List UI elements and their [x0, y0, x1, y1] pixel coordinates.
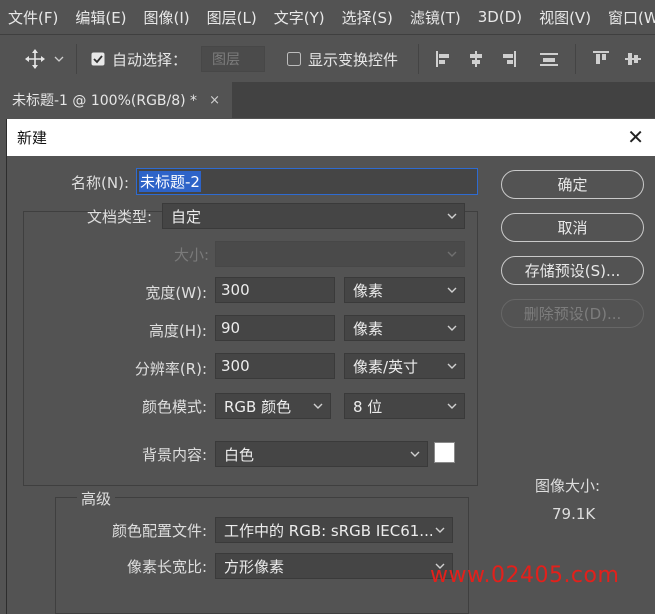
image-size-value: 79.1K: [552, 505, 596, 523]
save-preset-button[interactable]: 存储预设(S)...: [501, 256, 644, 285]
height-input[interactable]: 90: [215, 315, 335, 341]
menu-select[interactable]: 选择(S): [334, 7, 402, 28]
pixel-aspect-value: 方形像素: [224, 557, 285, 576]
menu-filter[interactable]: 滤镜(T): [402, 7, 470, 28]
dialog-titlebar: 新建 ✕: [7, 119, 655, 156]
distribute-vertical-icon[interactable]: [539, 50, 559, 68]
size-dropdown[interactable]: [215, 241, 465, 267]
chevron-down-icon: [447, 287, 457, 293]
delete-preset-button[interactable]: 删除预设(D)...: [501, 299, 644, 328]
chevron-down-icon: [447, 213, 457, 219]
document-tab-bar: 未标题-1 @ 100%(RGB/8) * ×: [0, 82, 655, 118]
auto-select-label: 自动选择：: [112, 50, 188, 69]
color-mode-dropdown[interactable]: RGB 颜色: [215, 393, 331, 419]
background-value: 白色: [224, 445, 255, 464]
menu-layer[interactable]: 图层(L): [199, 7, 266, 28]
doc-type-label: 文档类型:: [86, 208, 152, 226]
auto-select-target-value: 图层: [212, 52, 241, 68]
height-unit-dropdown[interactable]: 像素: [344, 315, 465, 341]
align-vertical-center-icon[interactable]: [624, 50, 642, 68]
width-unit-dropdown[interactable]: 像素: [344, 277, 465, 303]
tool-preset-chevron-icon[interactable]: [54, 54, 64, 64]
resolution-value: 300: [221, 357, 250, 375]
height-unit-value: 像素: [353, 319, 384, 338]
options-bar: 自动选择： 图层 显示变换控件: [0, 34, 655, 84]
dialog-title: 新建: [17, 129, 48, 147]
resolution-label: 分辨率(R):: [134, 360, 207, 378]
bit-depth-value: 8 位: [353, 397, 383, 416]
resolution-unit-dropdown[interactable]: 像素/英寸: [344, 353, 465, 379]
color-profile-label: 颜色配置文件:: [111, 522, 207, 540]
chevron-down-icon: [447, 403, 457, 409]
chevron-down-icon: [447, 325, 457, 331]
width-label: 宽度(W):: [145, 284, 207, 302]
chevron-down-icon: [447, 363, 457, 369]
bit-depth-dropdown[interactable]: 8 位: [344, 393, 465, 419]
pixel-aspect-dropdown[interactable]: 方形像素: [215, 553, 453, 579]
width-unit-value: 像素: [353, 281, 384, 300]
color-profile-dropdown[interactable]: 工作中的 RGB: sRGB IEC61...: [215, 517, 453, 543]
chevron-down-icon: [313, 403, 323, 409]
doc-type-dropdown[interactable]: 自定: [162, 203, 465, 229]
align-left-icon[interactable]: [435, 50, 453, 68]
align-top-icon[interactable]: [592, 50, 610, 68]
chevron-down-icon: [447, 251, 457, 257]
menu-image[interactable]: 图像(I): [136, 7, 199, 28]
pixel-aspect-label: 像素长宽比:: [126, 558, 207, 576]
color-mode-label: 颜色模式:: [141, 398, 207, 416]
align-horizontal-center-icon[interactable]: [467, 50, 485, 68]
resolution-input[interactable]: 300: [215, 353, 335, 379]
new-document-dialog: 新建 ✕ 名称(N): 未标题-2 文档类型: 自定 大小: 宽度(W): 30…: [6, 119, 655, 614]
background-dropdown[interactable]: 白色: [215, 441, 428, 467]
menu-window[interactable]: 窗口(W): [600, 7, 655, 28]
dialog-close-icon[interactable]: ✕: [627, 125, 644, 149]
advanced-label: 高级: [77, 488, 116, 509]
auto-select-checkbox[interactable]: [91, 52, 105, 66]
doc-type-value: 自定: [171, 207, 202, 226]
background-label: 背景内容:: [141, 446, 207, 464]
menu-3d[interactable]: 3D(D): [470, 8, 531, 26]
width-value: 300: [221, 281, 250, 299]
size-label: 大小:: [173, 246, 209, 264]
image-size-label: 图像大小:: [535, 477, 601, 495]
show-transform-label: 显示变换控件: [308, 50, 399, 69]
color-mode-value: RGB 颜色: [224, 397, 292, 416]
move-tool-icon[interactable]: [24, 48, 46, 70]
height-value: 90: [221, 319, 241, 337]
background-color-swatch[interactable]: [434, 442, 455, 463]
name-label: 名称(N):: [71, 174, 129, 192]
menu-type[interactable]: 文字(Y): [266, 7, 334, 28]
menu-bar: 文件(F) 编辑(E) 图像(I) 图层(L) 文字(Y) 选择(S) 滤镜(T…: [0, 0, 655, 34]
document-tab[interactable]: 未标题-1 @ 100%(RGB/8) * ×: [0, 82, 232, 118]
height-label: 高度(H):: [148, 322, 207, 340]
document-tab-title: 未标题-1 @ 100%(RGB/8) *: [12, 93, 198, 109]
name-input[interactable]: 未标题-2: [136, 168, 478, 195]
watermark-text: www.02405.com: [430, 563, 620, 588]
show-transform-checkbox[interactable]: [287, 52, 302, 66]
close-tab-icon[interactable]: ×: [209, 93, 220, 108]
color-profile-value: 工作中的 RGB: sRGB IEC61...: [224, 521, 434, 540]
resolution-unit-value: 像素/英寸: [353, 357, 419, 376]
chevron-down-icon: [435, 527, 445, 533]
menu-file[interactable]: 文件(F): [0, 7, 67, 28]
cancel-button[interactable]: 取消: [501, 213, 644, 242]
ok-button[interactable]: 确定: [501, 170, 644, 199]
auto-select-target-dropdown[interactable]: 图层: [201, 46, 266, 72]
menu-view[interactable]: 视图(V): [531, 7, 600, 28]
name-input-value: 未标题-2: [139, 171, 201, 192]
menu-edit[interactable]: 编辑(E): [67, 7, 135, 28]
chevron-down-icon: [410, 451, 420, 457]
align-right-icon[interactable]: [499, 50, 517, 68]
width-input[interactable]: 300: [215, 277, 335, 303]
